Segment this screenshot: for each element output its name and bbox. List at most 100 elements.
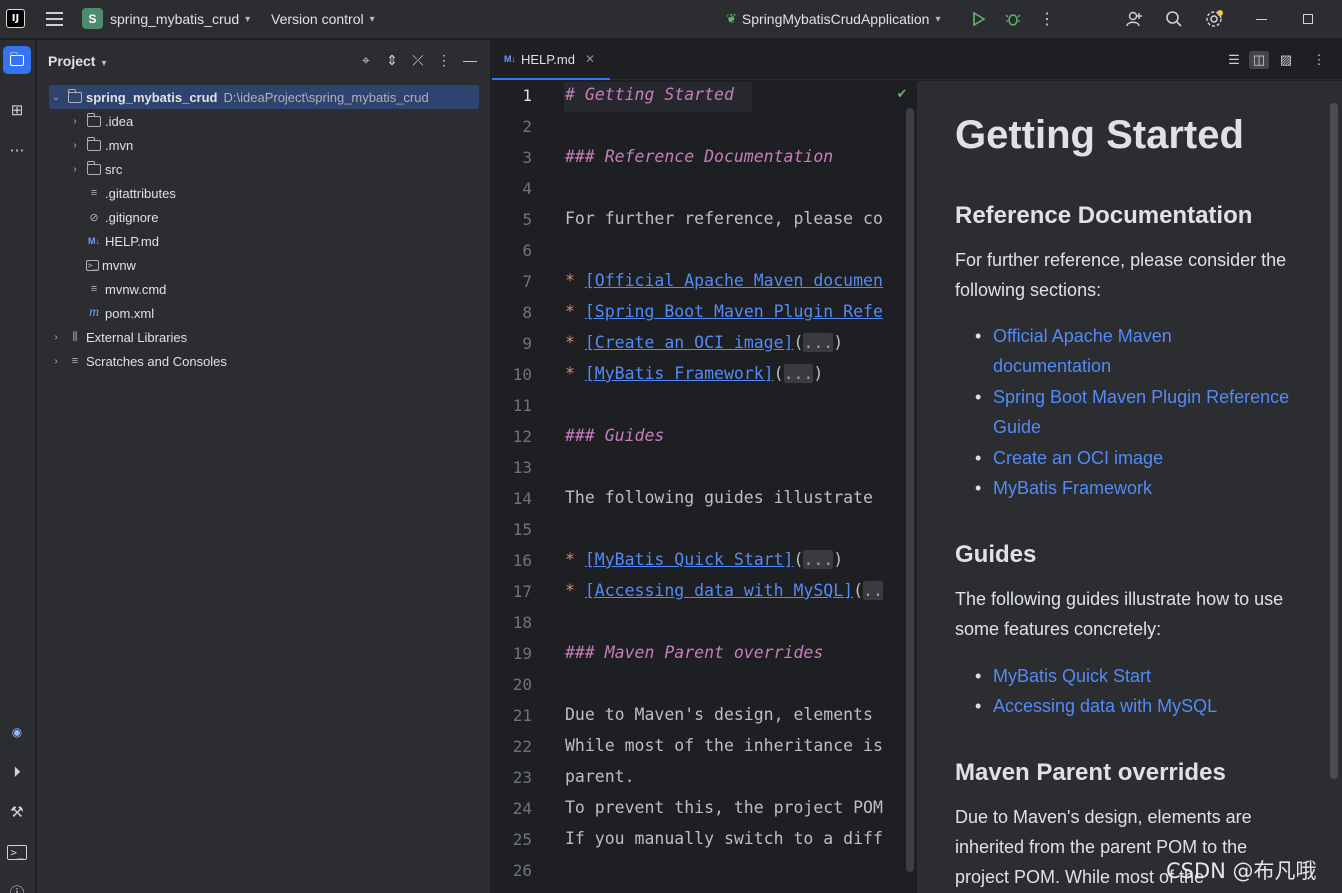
folded-region[interactable]: ...: [803, 333, 834, 352]
chevron-right-icon: ›: [73, 163, 77, 175]
build-tool-button[interactable]: ⚒: [3, 798, 31, 826]
tree-item-label: mvnw.cmd: [105, 281, 167, 297]
chevron-down-icon: ▾: [369, 13, 375, 25]
locate-file-button[interactable]: ⌖: [357, 51, 375, 69]
preview-only-button[interactable]: ▨: [1276, 51, 1296, 69]
code-line: The following guides illustrate: [565, 488, 873, 507]
run-config-selector[interactable]: ❦ SpringMybatisCrudApplication ▾: [726, 11, 940, 27]
code-editor[interactable]: # Getting Started ### Reference Document…: [564, 81, 916, 893]
tree-item-src[interactable]: › src: [68, 157, 122, 181]
line-number: 26: [512, 861, 532, 880]
project-panel-title[interactable]: Project ▾: [48, 53, 107, 69]
code-line: ### Reference Documentation: [565, 147, 834, 166]
tree-item-gitignore[interactable]: ⊘ .gitignore: [82, 205, 158, 229]
expand-all-button[interactable]: ⇕: [383, 51, 401, 69]
more-actions-button[interactable]: ⋮: [1036, 8, 1058, 30]
folded-region[interactable]: ...: [803, 550, 834, 569]
tree-root[interactable]: ⌄ spring_mybatis_crud D:\ideaProject\spr…: [49, 85, 479, 109]
library-icon: ⫼: [72, 330, 78, 343]
plugin-icon: ◉: [11, 725, 23, 739]
minimize-button[interactable]: [1250, 8, 1272, 30]
tree-item-label: .gitignore: [105, 209, 159, 225]
add-user-button[interactable]: [1123, 8, 1145, 30]
problems-tool-button[interactable]: ⓘ: [3, 878, 31, 893]
minimize-icon: [1255, 18, 1267, 20]
root-path: D:\ideaProject\spring_mybatis_crud: [223, 89, 429, 105]
close-icon[interactable]: ✕: [585, 52, 595, 66]
tree-item-help-md[interactable]: M↓ HELP.md: [82, 229, 159, 253]
line-number-gutter: 1 2 3 4 5 6 7 8 9 10 11 12 13 14 15 16 17 18 19 20 21 22 23 24 2…: [492, 81, 564, 893]
project-panel-header: Project ▾ ⌖ ⇕ ⤫ ⋮ —: [37, 40, 491, 80]
editor-scrollbar[interactable]: [906, 108, 914, 872]
tree-item-mvn[interactable]: › .mvn: [68, 133, 133, 157]
preview-link[interactable]: MyBatis Framework: [975, 473, 1293, 503]
services-icon: ⏵: [13, 763, 21, 781]
tree-item-label: mvnw: [102, 257, 136, 273]
project-switcher[interactable]: spring_mybatis_crud ▾: [110, 11, 250, 27]
maximize-button[interactable]: [1297, 8, 1319, 30]
editor-only-button[interactable]: ☰: [1224, 51, 1244, 69]
spring-leaf-icon: ❦: [726, 11, 737, 26]
preview-scrollbar[interactable]: [1330, 103, 1338, 779]
more-vertical-icon: ⋮: [437, 51, 451, 68]
editor-options-button[interactable]: ⋮: [1309, 51, 1329, 69]
project-name: spring_mybatis_crud: [110, 11, 240, 27]
more-horizontal-icon: ⋯: [9, 142, 25, 159]
tree-item-idea[interactable]: › .idea: [68, 109, 133, 133]
settings-button[interactable]: [1203, 8, 1225, 30]
terminal-tool-button[interactable]: >_: [3, 838, 31, 866]
vcs-menu[interactable]: Version control ▾: [271, 11, 375, 27]
hide-panel-button[interactable]: —: [461, 51, 479, 69]
tree-item-external-libraries[interactable]: › ⫼ External Libraries: [49, 325, 187, 349]
code-line: If you manually switch to a diff: [565, 829, 883, 848]
code-line: Due to Maven's design, elements: [565, 705, 873, 724]
image-icon: ▨: [1279, 52, 1293, 67]
tree-item-mvnw-cmd[interactable]: ≡ mvnw.cmd: [82, 277, 167, 301]
preview-link[interactable]: Create an OCI image: [975, 443, 1293, 473]
preview-link[interactable]: Accessing data with MySQL: [975, 691, 1293, 721]
folder-icon: [86, 160, 102, 176]
preview-link[interactable]: Spring Boot Maven Plugin Reference Guide: [975, 382, 1293, 442]
tab-help-md[interactable]: M↓ HELP.md ✕: [492, 40, 610, 80]
tree-item-scratches[interactable]: › ≡ Scratches and Consoles: [49, 349, 227, 373]
services-tool-button[interactable]: ⏵: [3, 758, 31, 786]
chevron-right-icon: ›: [73, 115, 77, 127]
code-line: To prevent this, the project POM: [565, 798, 883, 817]
debug-button[interactable]: [1002, 8, 1024, 30]
folded-region[interactable]: ..: [863, 581, 883, 600]
preview-link[interactable]: MyBatis Quick Start: [975, 661, 1293, 691]
preview-heading-reference: Reference Documentation: [955, 202, 1253, 229]
tree-item-gitattributes[interactable]: ≡ .gitattributes: [82, 181, 176, 205]
code-line: * [Official Apache Maven documen: [565, 271, 883, 290]
split-view-button[interactable]: ◫: [1249, 51, 1269, 69]
tree-item-pom-xml[interactable]: m pom.xml: [82, 301, 154, 325]
title-bar: IJ S spring_mybatis_crud ▾ Version contro…: [0, 0, 1342, 39]
maximize-icon: [1303, 14, 1313, 24]
more-tools-button[interactable]: ⋯: [3, 136, 31, 164]
collapse-all-button[interactable]: ⤫: [409, 51, 427, 69]
code-line: ### Maven Parent overrides: [565, 643, 824, 662]
project-panel-title-label: Project: [48, 53, 96, 69]
tree-item-mvnw[interactable]: >_ mvnw: [82, 253, 136, 277]
module-folder-icon: [67, 88, 83, 104]
line-number: 19: [512, 644, 532, 663]
plugin-tool-button[interactable]: ◉: [3, 718, 31, 746]
intellij-logo-icon: IJ: [6, 9, 25, 28]
no-problems-check-icon[interactable]: ✔: [892, 85, 912, 103]
line-number: 20: [512, 675, 532, 694]
panel-options-button[interactable]: ⋮: [435, 51, 453, 69]
tree-item-label: .gitattributes: [105, 185, 176, 201]
main-menu-button[interactable]: [44, 10, 64, 28]
project-tool-button[interactable]: [3, 46, 31, 74]
line-number: 21: [512, 706, 532, 725]
folded-region[interactable]: ...: [783, 364, 814, 383]
structure-tool-button[interactable]: ⊞: [3, 96, 31, 124]
preview-link[interactable]: Official Apache Maven documentation: [975, 321, 1293, 381]
chevron-down-icon: ▾: [101, 58, 107, 69]
minimize-icon: —: [463, 52, 477, 68]
preview-heading-1: Getting Started: [955, 113, 1244, 157]
run-button[interactable]: [968, 8, 990, 30]
chevron-down-icon: ⌄: [51, 91, 61, 103]
search-button[interactable]: [1163, 8, 1185, 30]
hammer-icon: ⚒: [10, 804, 24, 821]
